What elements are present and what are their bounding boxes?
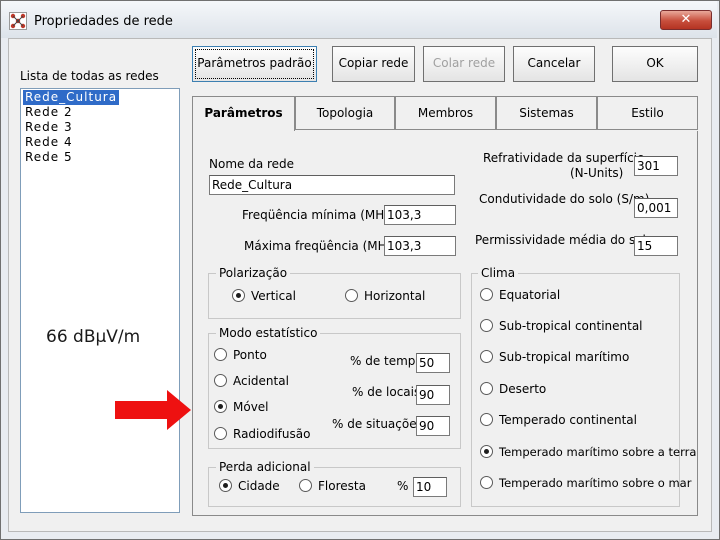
freq-min-field[interactable]: 103,3 bbox=[384, 205, 456, 225]
statistic-movel-label: Móvel bbox=[233, 400, 269, 414]
locations-percent-label: % de locais bbox=[352, 385, 421, 399]
network-list-item[interactable]: Rede 2 bbox=[23, 105, 75, 120]
signal-level-annotation: 66 dBµV/m bbox=[46, 327, 141, 347]
tab-topologia[interactable]: Topologia bbox=[295, 96, 395, 130]
polarization-vertical-label: Vertical bbox=[251, 289, 296, 303]
freq-max-field[interactable]: 103,3 bbox=[384, 236, 456, 256]
loss-forest-radio[interactable] bbox=[299, 479, 312, 492]
copy-network-button[interactable]: Copiar rede bbox=[332, 46, 415, 82]
refractivity-label: Refratividade da superfície bbox=[483, 151, 645, 165]
network-list-item[interactable]: Rede 5 bbox=[23, 150, 75, 165]
permittivity-label: Permissividade média do solo bbox=[475, 233, 654, 247]
conductivity-label: Condutividade do solo (S/m) bbox=[479, 192, 650, 206]
network-list-item[interactable]: Rede 3 bbox=[23, 120, 75, 135]
permittivity-field[interactable]: 15 bbox=[634, 236, 678, 256]
ok-button[interactable]: OK bbox=[612, 46, 698, 82]
statistic-radiodifusao-label: Radiodifusão bbox=[233, 427, 311, 441]
freq-max-label: Máxima freqüência (MHz) bbox=[244, 239, 398, 253]
statistic-mode-title: Modo estatístico bbox=[216, 326, 321, 340]
network-list-item[interactable]: Rede 4 bbox=[23, 135, 75, 150]
climate-subtropical-continental-label: Sub-tropical continental bbox=[499, 319, 643, 333]
loss-percent-field[interactable]: 10 bbox=[413, 477, 447, 497]
tab-sistemas[interactable]: Sistemas bbox=[496, 96, 597, 130]
network-list[interactable]: Rede_Cultura Rede 2 Rede 3 Rede 4 Rede 5 bbox=[20, 88, 180, 513]
window-title: Propriedades de rede bbox=[34, 14, 173, 29]
statistic-movel-radio[interactable] bbox=[214, 400, 227, 413]
climate-temperate-maritime-land-radio[interactable] bbox=[480, 445, 493, 458]
net-name-field[interactable]: Rede_Cultura bbox=[209, 175, 455, 195]
refractivity-field[interactable]: 301 bbox=[634, 156, 678, 176]
loss-city-radio[interactable] bbox=[219, 479, 232, 492]
climate-subtropical-continental-radio[interactable] bbox=[480, 319, 493, 332]
tab-estilo[interactable]: Estilo bbox=[597, 96, 698, 130]
loss-forest-label: Floresta bbox=[318, 479, 366, 493]
climate-subtropical-maritime-radio[interactable] bbox=[480, 350, 493, 363]
situations-percent-field[interactable]: 90 bbox=[416, 416, 450, 436]
refractivity-units-label: (N-Units) bbox=[570, 166, 624, 180]
climate-desert-label: Deserto bbox=[499, 382, 547, 396]
time-percent-field[interactable]: 50 bbox=[416, 353, 450, 373]
polarization-group-title: Polarização bbox=[216, 266, 291, 280]
climate-group-title: Clima bbox=[478, 266, 519, 280]
additional-loss-title: Perda adicional bbox=[216, 460, 314, 474]
network-list-label: Lista de todas as redes bbox=[20, 69, 159, 83]
freq-min-label: Freqüência mínima (MHz) bbox=[242, 208, 396, 222]
close-button[interactable]: ✕ bbox=[660, 10, 712, 30]
situations-percent-label: % de situações bbox=[332, 417, 423, 431]
climate-desert-radio[interactable] bbox=[480, 382, 493, 395]
network-app-icon bbox=[9, 12, 27, 30]
tab-parametros[interactable]: Parâmetros bbox=[192, 96, 295, 131]
climate-subtropical-maritime-label: Sub-tropical marítimo bbox=[499, 350, 630, 364]
statistic-ponto-radio[interactable] bbox=[214, 348, 227, 361]
cancel-button[interactable]: Cancelar bbox=[513, 46, 595, 82]
red-arrow-icon bbox=[115, 390, 191, 430]
polarization-vertical-radio[interactable] bbox=[232, 289, 245, 302]
climate-equatorial-label: Equatorial bbox=[499, 288, 561, 302]
statistic-ponto-label: Ponto bbox=[233, 348, 267, 362]
conductivity-field[interactable]: 0,001 bbox=[634, 198, 678, 218]
climate-temperate-continental-label: Temperado continental bbox=[499, 413, 637, 427]
network-list-item[interactable]: Rede_Cultura bbox=[23, 90, 120, 105]
loss-city-label: Cidade bbox=[238, 479, 280, 493]
time-percent-label: % de tempo bbox=[350, 354, 423, 368]
loss-percent-label: % bbox=[397, 479, 409, 493]
climate-temperate-maritime-sea-radio[interactable] bbox=[480, 476, 493, 489]
climate-temperate-continental-radio[interactable] bbox=[480, 413, 493, 426]
statistic-radiodifusao-radio[interactable] bbox=[214, 427, 227, 440]
locations-percent-field[interactable]: 90 bbox=[416, 385, 450, 405]
tab-membros[interactable]: Membros bbox=[395, 96, 496, 130]
paste-network-button[interactable]: Colar rede bbox=[423, 46, 505, 82]
default-params-button[interactable]: Parâmetros padrão bbox=[192, 46, 317, 82]
polarization-horizontal-label: Horizontal bbox=[364, 289, 426, 303]
net-name-label: Nome da rede bbox=[209, 157, 295, 171]
climate-temperate-maritime-sea-label: Temperado marítimo sobre o mar bbox=[499, 476, 692, 490]
polarization-horizontal-radio[interactable] bbox=[345, 289, 358, 302]
climate-temperate-maritime-land-label: Temperado marítimo sobre a terra bbox=[499, 445, 697, 459]
statistic-acidental-label: Acidental bbox=[233, 374, 289, 388]
statistic-acidental-radio[interactable] bbox=[214, 374, 227, 387]
climate-equatorial-radio[interactable] bbox=[480, 288, 493, 301]
